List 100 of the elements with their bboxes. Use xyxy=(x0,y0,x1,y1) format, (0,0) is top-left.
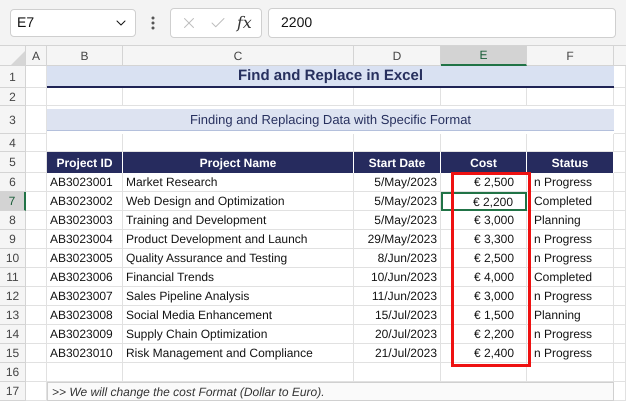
row-header[interactable]: 10 xyxy=(0,249,26,268)
table-cell: 5/May/2023 xyxy=(354,173,441,192)
column-header[interactable]: F xyxy=(527,46,614,66)
column-header[interactable]: C xyxy=(123,46,354,66)
table-cell[interactable]: € 2,400 xyxy=(441,344,527,363)
row-header[interactable]: 12 xyxy=(0,287,26,306)
table-cell: AB3023008 xyxy=(47,306,123,325)
sheet-title: Find and Replace in Excel xyxy=(47,66,614,88)
column-heading: Project ID xyxy=(47,152,123,173)
table-cell: AB3023009 xyxy=(47,325,123,344)
table-cell: n Progress xyxy=(527,344,614,363)
table-cell[interactable]: € 2,500 xyxy=(441,249,527,268)
note-text: >> We will change the cost Format (Dollar to Euro). xyxy=(47,382,614,401)
empty-cell[interactable] xyxy=(614,152,626,173)
name-box[interactable]: E7 xyxy=(10,8,136,36)
empty-cell[interactable] xyxy=(614,88,626,106)
empty-cell[interactable] xyxy=(614,363,626,382)
row-header[interactable]: 7 xyxy=(0,192,26,211)
table-cell[interactable]: € 3,000 xyxy=(441,211,527,230)
table-cell[interactable]: € 2,500 xyxy=(441,173,527,192)
table-cell: 21/Jul/2023 xyxy=(354,344,441,363)
table-cell: n Progress xyxy=(527,249,614,268)
empty-cell[interactable] xyxy=(614,173,626,192)
empty-cell[interactable] xyxy=(354,88,441,106)
table-cell: 20/Jul/2023 xyxy=(354,325,441,344)
table-cell: Web Design and Optimization xyxy=(123,192,354,211)
row-header[interactable]: 16 xyxy=(0,363,26,382)
table-cell: Supply Chain Optimization xyxy=(123,325,354,344)
column-header[interactable]: B xyxy=(47,46,123,66)
empty-cell[interactable] xyxy=(614,192,626,211)
row-header[interactable]: 15 xyxy=(0,344,26,363)
table-cell: AB3023003 xyxy=(47,211,123,230)
empty-cell[interactable] xyxy=(614,287,626,306)
row-header[interactable]: 13 xyxy=(0,306,26,325)
table-cell: AB3023001 xyxy=(47,173,123,192)
formula-field[interactable]: 2200 xyxy=(268,8,616,38)
table-cell: Planning xyxy=(527,306,614,325)
table-cell: Financial Trends xyxy=(123,268,354,287)
table-cell[interactable]: € 1,500 xyxy=(441,306,527,325)
table-cell[interactable]: € 3,300 xyxy=(441,230,527,249)
empty-cell[interactable] xyxy=(441,88,527,106)
table-cell[interactable]: € 4,000 xyxy=(441,268,527,287)
table-cell: AB3023002 xyxy=(47,192,123,211)
table-cell: Completed xyxy=(527,192,614,211)
empty-cell[interactable] xyxy=(614,134,626,152)
table-cell: n Progress xyxy=(527,287,614,306)
empty-cell[interactable] xyxy=(614,211,626,230)
table-cell: n Progress xyxy=(527,173,614,192)
row-header[interactable]: 3 xyxy=(0,106,26,134)
table-cell: Social Media Enhancement xyxy=(123,306,354,325)
column-header[interactable]: D xyxy=(354,46,441,66)
table-cell: 10/Jun/2023 xyxy=(354,268,441,287)
column-header[interactable]: E xyxy=(441,46,527,66)
empty-cell[interactable] xyxy=(614,325,626,344)
row-header[interactable]: 1 xyxy=(0,66,26,88)
row-header[interactable]: 2 xyxy=(0,88,26,106)
table-cell: AB3023004 xyxy=(47,230,123,249)
row-header[interactable]: 4 xyxy=(0,134,26,152)
column-heading: Status xyxy=(527,152,614,173)
column-header[interactable]: A xyxy=(26,46,47,66)
table-cell: 5/May/2023 xyxy=(354,211,441,230)
empty-cell[interactable] xyxy=(614,382,626,401)
table-cell: AB3023010 xyxy=(47,344,123,363)
row-header[interactable]: 5 xyxy=(0,152,26,173)
table-cell: AB3023005 xyxy=(47,249,123,268)
column-heading: Cost xyxy=(441,152,527,173)
table-cell: Product Development and Launch xyxy=(123,230,354,249)
empty-cell[interactable] xyxy=(123,88,354,106)
empty-cell[interactable] xyxy=(527,88,614,106)
table-cell[interactable]: € 3,000 xyxy=(441,287,527,306)
table-cell: Planning xyxy=(527,211,614,230)
column-heading: Project Name xyxy=(123,152,354,173)
row-header[interactable]: 8 xyxy=(0,211,26,230)
table-cell: Training and Development xyxy=(123,211,354,230)
table-cell: n Progress xyxy=(527,230,614,249)
sheet-subtitle: Finding and Replacing Data with Specific Format xyxy=(47,109,614,131)
more-options-icon[interactable] xyxy=(150,14,156,30)
table-cell[interactable]: € 2,200 xyxy=(441,192,527,211)
empty-cell[interactable] xyxy=(614,106,626,134)
column-header[interactable] xyxy=(614,46,626,66)
insert-function-button[interactable]: fx xyxy=(236,10,252,34)
empty-cell[interactable] xyxy=(614,306,626,325)
empty-cell[interactable] xyxy=(614,230,626,249)
row-header[interactable]: 17 xyxy=(0,382,26,401)
column-heading: Start Date xyxy=(354,152,441,173)
table-cell: 15/Jul/2023 xyxy=(354,306,441,325)
table-cell: AB3023006 xyxy=(47,268,123,287)
table-cell: n Progress xyxy=(527,325,614,344)
empty-cell[interactable] xyxy=(47,88,123,106)
table-cell: AB3023007 xyxy=(47,287,123,306)
row-header[interactable]: 6 xyxy=(0,173,26,192)
empty-cell[interactable] xyxy=(614,249,626,268)
empty-cell[interactable] xyxy=(614,268,626,287)
row-header[interactable]: 9 xyxy=(0,230,26,249)
row-header[interactable]: 14 xyxy=(0,325,26,344)
table-cell: Sales Pipeline Analysis xyxy=(123,287,354,306)
select-all-corner[interactable] xyxy=(0,46,26,66)
table-cell[interactable]: € 2,200 xyxy=(441,325,527,344)
row-header[interactable]: 11 xyxy=(0,268,26,287)
empty-cell[interactable] xyxy=(614,344,626,363)
